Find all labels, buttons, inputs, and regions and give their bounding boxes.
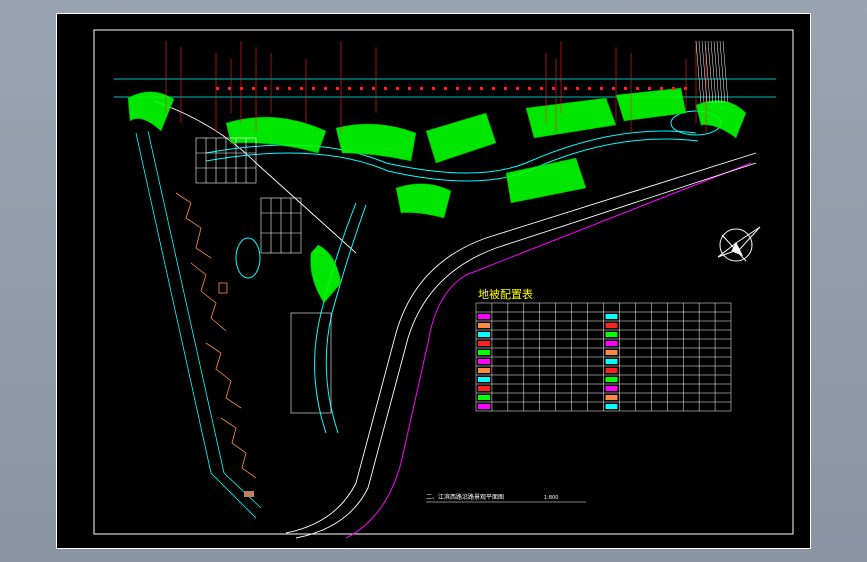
legend-swatch bbox=[605, 404, 618, 409]
site-plan-svg: 地被配置表 二、江滨西路沿路景观平面图 1:800 bbox=[56, 13, 811, 549]
red-dot bbox=[396, 87, 399, 90]
legend-swatch bbox=[605, 341, 618, 346]
red-dot bbox=[504, 87, 507, 90]
river-edge-magenta bbox=[345, 162, 752, 539]
legend-swatch bbox=[605, 314, 618, 319]
red-dot bbox=[516, 87, 519, 90]
legend-table: 地被配置表 bbox=[475, 287, 732, 412]
red-marker-dots bbox=[216, 87, 687, 90]
red-dot bbox=[240, 87, 243, 90]
legend-swatch bbox=[605, 332, 618, 337]
road-lines bbox=[153, 100, 757, 539]
drawing-caption: 二、江滨西路沿路景观平面图 1:800 bbox=[426, 493, 586, 503]
red-dot bbox=[216, 87, 219, 90]
cad-drawing-sheet: 地被配置表 二、江滨西路沿路景观平面图 1:800 bbox=[56, 13, 811, 549]
red-dot bbox=[384, 87, 387, 90]
white-leader bbox=[698, 40, 705, 104]
legend-swatch bbox=[478, 323, 490, 328]
red-dot bbox=[492, 87, 495, 90]
red-dot bbox=[624, 87, 627, 90]
scale-label: 1:800 bbox=[544, 495, 558, 501]
legend-swatch bbox=[478, 332, 490, 337]
red-dot bbox=[264, 87, 267, 90]
caption-label: 二、江滨西路沿路景观平面图 bbox=[426, 493, 504, 501]
legend-swatch bbox=[605, 386, 618, 391]
red-dot bbox=[468, 87, 471, 90]
white-leader bbox=[713, 40, 720, 104]
white-leader bbox=[707, 40, 714, 104]
red-dot bbox=[324, 87, 327, 90]
white-leader bbox=[722, 40, 729, 104]
red-dot bbox=[456, 87, 459, 90]
legend-swatch bbox=[605, 377, 618, 382]
red-dot bbox=[372, 87, 375, 90]
red-dot bbox=[300, 87, 303, 90]
white-leader bbox=[716, 40, 723, 104]
legend-swatch bbox=[478, 359, 490, 364]
red-dot bbox=[564, 87, 567, 90]
red-dot bbox=[360, 87, 363, 90]
red-dot bbox=[660, 87, 663, 90]
white-leader bbox=[695, 40, 702, 104]
white-leader bbox=[719, 40, 726, 104]
red-dot bbox=[348, 87, 351, 90]
red-dot bbox=[636, 87, 639, 90]
north-arrow-icon bbox=[717, 226, 761, 262]
red-dot bbox=[252, 87, 255, 90]
legend-swatch bbox=[605, 359, 618, 364]
red-dot bbox=[444, 87, 447, 90]
red-dot bbox=[420, 87, 423, 90]
legend-swatches bbox=[478, 314, 618, 409]
legend-swatch bbox=[605, 368, 618, 373]
red-dot bbox=[576, 87, 579, 90]
red-dot bbox=[228, 87, 231, 90]
grid-blocks bbox=[195, 137, 332, 414]
waterway bbox=[205, 110, 722, 434]
legend-swatch bbox=[605, 395, 618, 400]
red-dot bbox=[408, 87, 411, 90]
red-dot bbox=[432, 87, 435, 90]
inner-frame bbox=[93, 29, 794, 535]
red-dot bbox=[600, 87, 603, 90]
legend-title: 地被配置表 bbox=[478, 287, 533, 301]
red-dot bbox=[648, 87, 651, 90]
legend-swatch bbox=[478, 404, 490, 409]
red-dot bbox=[336, 87, 339, 90]
red-dot bbox=[672, 87, 675, 90]
white-leader-lines bbox=[695, 40, 729, 104]
legend-swatch bbox=[478, 314, 490, 319]
red-dot bbox=[540, 87, 543, 90]
red-dot bbox=[612, 87, 615, 90]
legend-swatch bbox=[478, 395, 490, 400]
legend-grid bbox=[475, 302, 732, 412]
legend-swatch bbox=[478, 341, 490, 346]
red-dot bbox=[528, 87, 531, 90]
red-dot bbox=[312, 87, 315, 90]
legend-swatch bbox=[478, 386, 490, 391]
legend-swatch bbox=[478, 377, 490, 382]
legend-swatch bbox=[478, 350, 490, 355]
red-dot bbox=[588, 87, 591, 90]
red-dot bbox=[288, 87, 291, 90]
outer-frame bbox=[56, 13, 811, 549]
red-dot bbox=[480, 87, 483, 90]
red-dot bbox=[684, 87, 687, 90]
planting-areas bbox=[127, 87, 747, 304]
legend-swatch bbox=[605, 323, 618, 328]
legend-swatch bbox=[605, 350, 618, 355]
red-dot bbox=[552, 87, 555, 90]
red-dot bbox=[276, 87, 279, 90]
legend-swatch bbox=[478, 368, 490, 373]
white-leader bbox=[710, 40, 717, 104]
